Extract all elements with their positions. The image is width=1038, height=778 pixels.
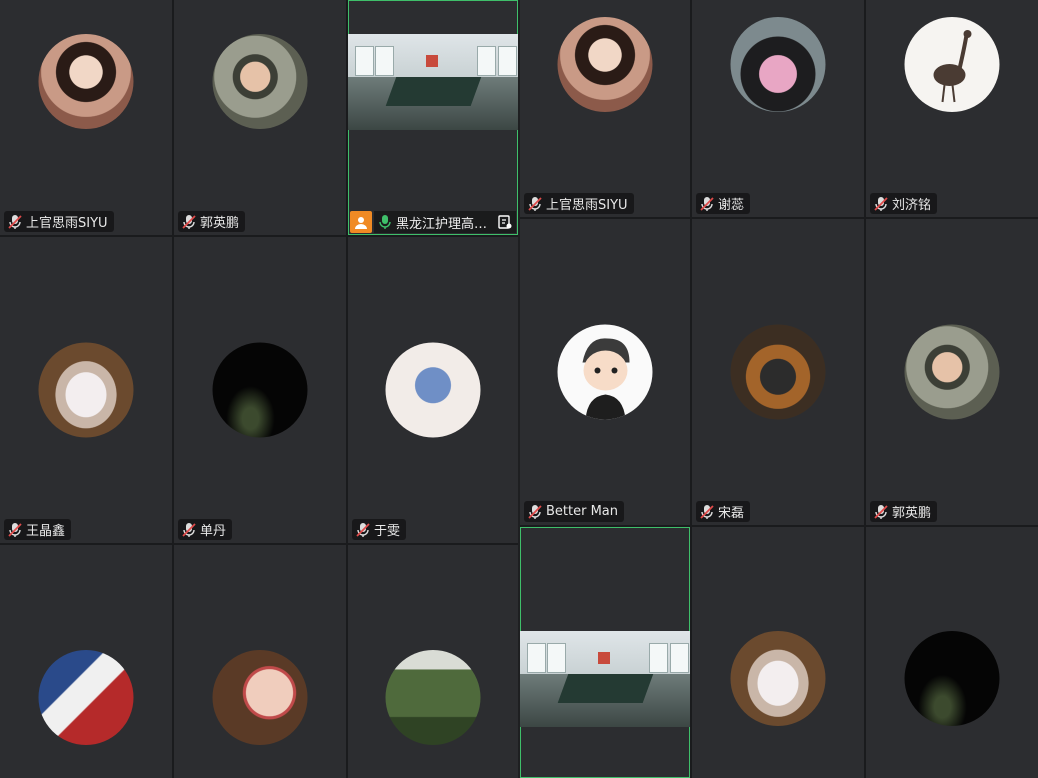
avatar xyxy=(212,650,308,745)
mic-muted-icon xyxy=(528,504,542,519)
participant-nametag: 郭英鹏 xyxy=(178,211,246,232)
participant-name: 郭英鹏 xyxy=(200,216,240,231)
avatar xyxy=(385,650,481,745)
participant-nametag: 单丹 xyxy=(178,519,233,540)
participant-tile[interactable] xyxy=(866,527,1038,778)
avatar xyxy=(904,17,1000,112)
share-screen-icon xyxy=(498,215,512,229)
participant-tile[interactable]: 单丹 xyxy=(174,237,346,543)
participant-name: Better Man xyxy=(546,504,619,519)
mic-muted-icon xyxy=(528,196,542,211)
mic-muted-icon xyxy=(356,522,370,537)
participant-tile[interactable] xyxy=(0,545,172,778)
participant-nametag: 上官思雨SIYU xyxy=(4,211,114,232)
participant-nametag: 上官思雨SIYU xyxy=(524,193,634,214)
avatar xyxy=(730,324,826,420)
avatar xyxy=(212,34,308,129)
participant-name: 王晶鑫 xyxy=(26,524,66,539)
right-video-grid: 上官思雨SIYU 谢蕊 刘济铭 Better Man 宋磊 郭英鹏 xyxy=(520,0,1038,778)
participant-nametag: 于雯 xyxy=(352,519,407,540)
participant-name: 于雯 xyxy=(374,524,401,539)
participant-tile[interactable]: 郭英鹏 xyxy=(174,0,346,235)
participant-name: 谢蕊 xyxy=(718,198,745,213)
participant-nametag: 郭英鹏 xyxy=(870,501,938,522)
avatar xyxy=(730,631,826,726)
participant-tile-active[interactable]: 黑龙江护理高… xyxy=(348,0,518,235)
participant-name: 上官思雨SIYU xyxy=(546,198,628,213)
participant-nametag: 宋磊 xyxy=(696,501,751,522)
participant-nametag: 王晶鑫 xyxy=(4,519,72,540)
participant-tile[interactable]: 郭英鹏 xyxy=(866,219,1038,525)
avatar xyxy=(38,650,134,745)
participant-name: 刘济铭 xyxy=(892,198,932,213)
avatar xyxy=(730,17,826,112)
participant-tile[interactable]: 谢蕊 xyxy=(692,0,864,217)
video-feed xyxy=(348,34,518,130)
mic-muted-icon xyxy=(182,522,196,537)
left-video-grid: 上官思雨SIYU 郭英鹏 黑龙江护理高… 王晶鑫 单丹 于雯 xyxy=(0,0,518,778)
avatar xyxy=(212,342,308,438)
mic-muted-icon xyxy=(182,214,196,229)
participant-tile[interactable]: 宋磊 xyxy=(692,219,864,525)
participant-tile[interactable] xyxy=(348,545,518,778)
participant-name: 黑龙江护理高… xyxy=(396,216,488,232)
participant-name: 上官思雨SIYU xyxy=(26,216,108,231)
participant-name: 单丹 xyxy=(200,524,227,539)
avatar xyxy=(557,17,653,112)
avatar xyxy=(904,631,1000,726)
avatar xyxy=(38,342,134,438)
participant-nametag: 黑龙江护理高… xyxy=(374,211,516,233)
mic-muted-icon xyxy=(874,196,888,211)
participant-tile[interactable]: 王晶鑫 xyxy=(0,237,172,543)
participant-nametag: Better Man xyxy=(524,501,625,522)
avatar xyxy=(385,342,481,438)
participant-nametag: 谢蕊 xyxy=(696,193,751,214)
avatar xyxy=(38,34,134,129)
participant-tile[interactable]: Better Man xyxy=(520,219,690,525)
avatar xyxy=(904,324,1000,420)
participant-tile[interactable]: 上官思雨SIYU xyxy=(0,0,172,235)
mic-muted-icon xyxy=(700,196,714,211)
participant-tile[interactable]: 于雯 xyxy=(348,237,518,543)
participant-tile[interactable] xyxy=(692,527,864,778)
participant-tile-active[interactable] xyxy=(520,527,690,778)
avatar xyxy=(557,324,653,420)
mic-muted-icon xyxy=(700,504,714,519)
participant-tile[interactable]: 刘济铭 xyxy=(866,0,1038,217)
video-feed xyxy=(520,631,690,727)
participant-name: 郭英鹏 xyxy=(892,506,932,521)
mic-muted-icon xyxy=(874,504,888,519)
mic-muted-icon xyxy=(8,522,22,537)
participant-name: 宋磊 xyxy=(718,506,745,521)
ostrich-icon xyxy=(933,30,972,103)
cartoon-boy-icon xyxy=(582,338,630,420)
participant-tile[interactable]: 上官思雨SIYU xyxy=(520,0,690,217)
participant-tile[interactable] xyxy=(174,545,346,778)
mic-muted-icon xyxy=(8,214,22,229)
mic-active-icon xyxy=(379,215,391,229)
host-icon xyxy=(350,211,372,233)
participant-nametag: 刘济铭 xyxy=(870,193,938,214)
